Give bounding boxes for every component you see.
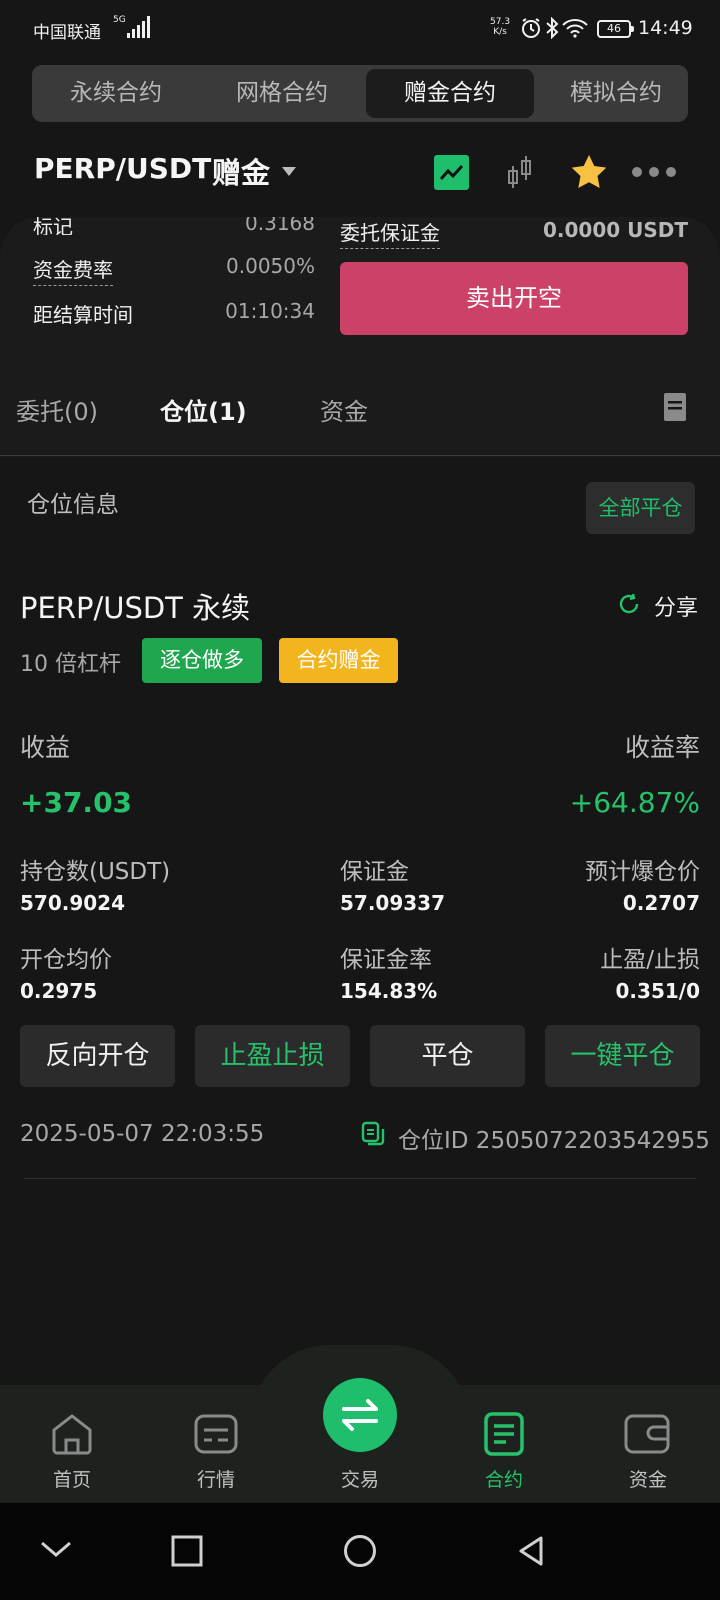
mode-label[interactable]: 赠金 bbox=[212, 150, 270, 192]
tpsl-label: 止盈/止损 bbox=[600, 947, 700, 973]
clock: 14:49 bbox=[638, 17, 693, 39]
carrier-name: 中国联通 bbox=[33, 23, 101, 43]
pnl-label: 收益 bbox=[20, 733, 71, 762]
leverage-label: 10 倍杠杆 bbox=[20, 652, 121, 677]
funding-rate-value: 0.0050% bbox=[226, 254, 315, 278]
recents-icon[interactable] bbox=[171, 1535, 203, 1567]
margin-value: 57.09337 bbox=[340, 891, 446, 915]
reverse-open-button[interactable]: 反向开仓 bbox=[20, 1025, 175, 1087]
battery-icon: 46 bbox=[597, 20, 634, 38]
tab-demo[interactable]: 模拟合约 bbox=[532, 69, 688, 118]
entry-price-value: 0.2975 bbox=[20, 979, 98, 1003]
contract-type-tabs: 永续合约 网格合约 赠金合约 模拟合约 bbox=[32, 65, 688, 122]
market-icon[interactable] bbox=[194, 1414, 238, 1454]
home-icon[interactable] bbox=[50, 1412, 94, 1456]
contract-icon[interactable] bbox=[484, 1412, 524, 1456]
share-button[interactable]: 分享 bbox=[654, 590, 698, 622]
tab-positions[interactable]: 仓位(1) bbox=[160, 392, 247, 427]
size-value: 570.9024 bbox=[20, 891, 126, 915]
speed-unit: K/s bbox=[493, 27, 507, 37]
funding-rate-label[interactable]: 资金费率 bbox=[33, 254, 113, 286]
nav-market[interactable]: 行情 bbox=[176, 1465, 256, 1492]
tab-grid[interactable]: 网格合约 bbox=[198, 69, 366, 118]
swap-icon[interactable] bbox=[323, 1378, 397, 1452]
position-time: 2025-05-07 22:03:55 bbox=[20, 1121, 265, 1147]
margin-ratio-label: 保证金率 bbox=[340, 947, 432, 973]
wifi-icon bbox=[562, 19, 588, 38]
bluetooth-icon bbox=[546, 17, 559, 39]
liq-price-value: 0.2707 bbox=[622, 891, 700, 915]
nav-home[interactable]: 首页 bbox=[32, 1465, 112, 1492]
pnl-value: +37.03 bbox=[20, 786, 133, 819]
chevron-down-icon[interactable] bbox=[40, 1539, 72, 1559]
share-icon[interactable] bbox=[617, 592, 641, 616]
back-icon[interactable] bbox=[517, 1535, 545, 1567]
settle-time-label: 距结算时间 bbox=[33, 303, 133, 327]
quick-close-button[interactable]: 一键平仓 bbox=[545, 1025, 700, 1087]
chevron-down-icon[interactable] bbox=[282, 167, 296, 176]
mark-price-label: 标记 bbox=[33, 217, 73, 235]
symbol-title[interactable]: PERP/USDT bbox=[34, 152, 211, 185]
line-chart-icon[interactable] bbox=[434, 155, 469, 190]
side-badge: 逐仓做多 bbox=[142, 638, 262, 683]
entrust-margin-label[interactable]: 委托保证金 bbox=[340, 217, 440, 249]
tab-orders[interactable]: 委托(0) bbox=[16, 392, 98, 427]
margin-label: 保证金 bbox=[340, 859, 409, 885]
nav-contract[interactable]: 合约 bbox=[464, 1465, 544, 1492]
close-position-button[interactable]: 平仓 bbox=[370, 1025, 525, 1087]
entry-price-label: 开仓均价 bbox=[20, 947, 112, 973]
liq-price-label: 预计爆仓价 bbox=[585, 859, 700, 885]
tab-bonus[interactable]: 赠金合约 bbox=[366, 69, 534, 118]
margin-ratio-value: 154.83% bbox=[340, 979, 438, 1003]
alarm-icon bbox=[522, 18, 540, 38]
close-all-button[interactable]: 全部平仓 bbox=[586, 482, 695, 534]
roe-label: 收益率 bbox=[624, 733, 700, 762]
section-title: 仓位信息 bbox=[27, 492, 119, 518]
star-icon[interactable] bbox=[570, 154, 608, 190]
sell-open-short-button[interactable]: 卖出开空 bbox=[340, 262, 688, 335]
more-icon[interactable] bbox=[632, 167, 676, 177]
copy-icon[interactable] bbox=[361, 1121, 385, 1147]
divider bbox=[24, 1178, 696, 1179]
bonus-badge: 合约赠金 bbox=[279, 638, 398, 683]
tab-perpetual[interactable]: 永续合约 bbox=[32, 69, 200, 118]
mark-price-value: 0.3168 bbox=[245, 217, 315, 235]
network-speed: 57.3 K/s bbox=[490, 17, 510, 37]
tab-funds[interactable]: 资金 bbox=[320, 392, 368, 427]
divider bbox=[0, 455, 720, 456]
nav-trade[interactable]: 交易 bbox=[320, 1465, 400, 1492]
size-label: 持仓数(USDT) bbox=[20, 859, 171, 885]
entrust-margin-value: 0.0000 USDT bbox=[542, 218, 688, 242]
position-id: 仓位ID 2505072203542955 bbox=[398, 1128, 710, 1154]
tpsl-value: 0.351/0 bbox=[615, 979, 700, 1003]
settle-time-value: 01:10:34 bbox=[225, 299, 315, 323]
network-type: 5G bbox=[113, 15, 126, 25]
signal-icon bbox=[127, 16, 150, 38]
nav-funds[interactable]: 资金 bbox=[608, 1465, 688, 1492]
speed-value: 57.3 bbox=[490, 17, 511, 27]
candlestick-icon[interactable] bbox=[505, 154, 535, 192]
status-bar: 中国联通 5G 57.3 K/s 46 14:49 bbox=[0, 0, 720, 58]
home-circle-icon[interactable] bbox=[343, 1534, 377, 1568]
wallet-icon[interactable] bbox=[624, 1414, 670, 1454]
tp-sl-button[interactable]: 止盈止损 bbox=[195, 1025, 350, 1087]
roe-value: +64.87% bbox=[569, 786, 700, 819]
position-pair: PERP/USDT 永续 bbox=[20, 591, 251, 625]
document-icon[interactable] bbox=[663, 392, 687, 422]
